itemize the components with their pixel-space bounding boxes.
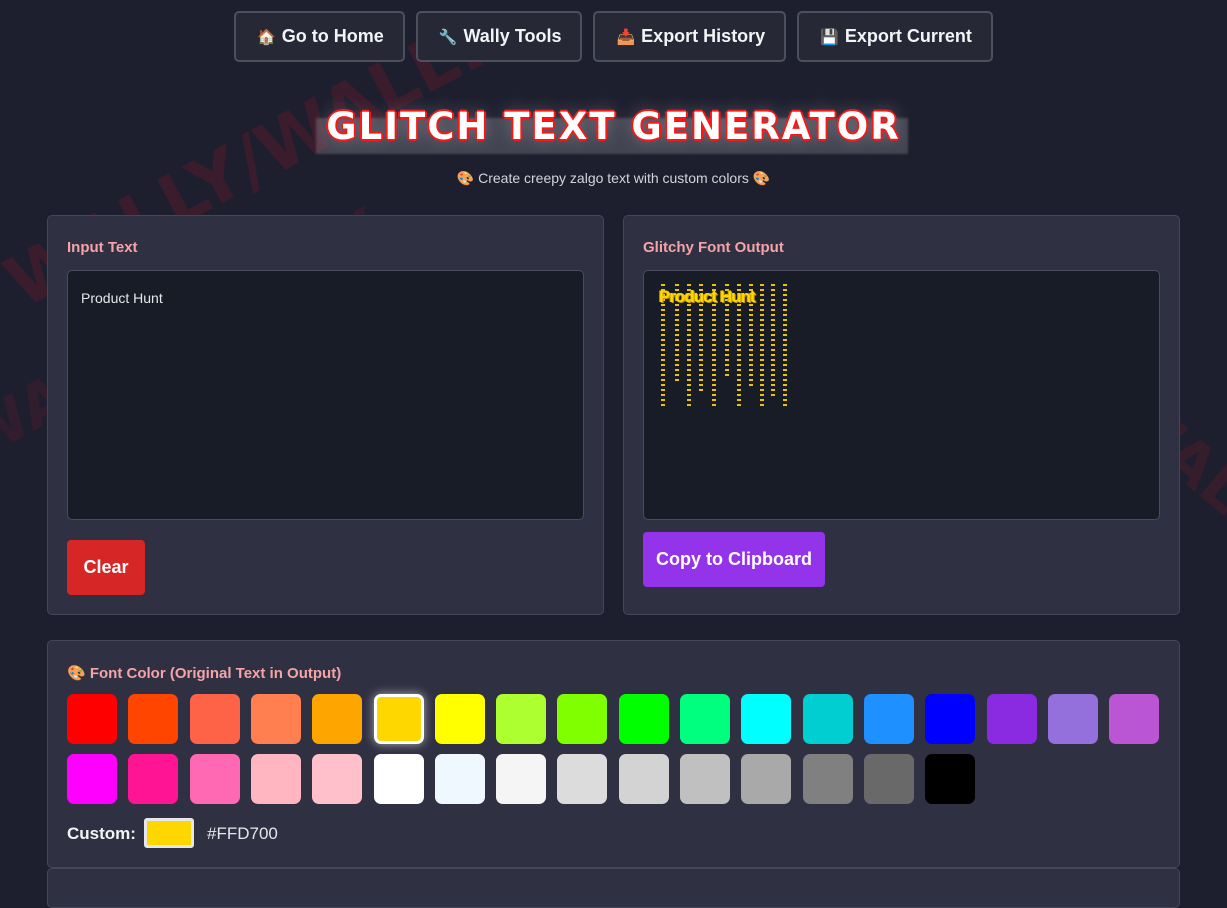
- color-swatch[interactable]: [496, 694, 547, 744]
- wally-tools-button[interactable]: 🔧 Wally Tools: [415, 11, 583, 62]
- color-swatch[interactable]: [741, 694, 792, 744]
- font-color-label: 🎨 Font Color (Original Text in Output): [67, 665, 342, 682]
- color-swatch[interactable]: [680, 694, 730, 744]
- color-swatch[interactable]: [434, 754, 485, 804]
- color-swatch[interactable]: [1047, 694, 1098, 744]
- color-swatch[interactable]: [986, 694, 1037, 744]
- color-swatch[interactable]: [250, 754, 301, 804]
- color-swatch[interactable]: [863, 754, 914, 804]
- color-swatch[interactable]: [67, 694, 117, 744]
- color-swatch[interactable]: [312, 754, 363, 804]
- color-swatch[interactable]: [373, 694, 424, 744]
- color-swatch[interactable]: [557, 694, 608, 744]
- color-swatch[interactable]: [189, 754, 240, 804]
- export-history-button[interactable]: 📥 Export History: [593, 11, 787, 62]
- floppy-disk-icon: 💾: [820, 28, 839, 46]
- inbox-tray-icon: 📥: [616, 28, 636, 46]
- house-icon: 🏠: [257, 28, 276, 46]
- go-home-button[interactable]: 🏠 Go to Home: [234, 11, 405, 62]
- color-swatch[interactable]: [250, 694, 301, 744]
- color-swatch[interactable]: [312, 694, 363, 744]
- color-swatch[interactable]: [925, 754, 976, 804]
- input-panel-label: Input Text: [67, 239, 138, 256]
- font-color-panel: 🎨 Font Color (Original Text in Output) C…: [47, 640, 1180, 868]
- custom-color-hex: #FFD700: [207, 824, 278, 843]
- top-navigation: 🏠 Go to Home 🔧 Wally Tools 📥 Export Hist…: [0, 11, 1227, 62]
- output-textarea[interactable]: Product Hunt: [643, 270, 1160, 520]
- color-swatch[interactable]: [1109, 694, 1160, 744]
- nav-label: Export Current: [844, 26, 972, 46]
- output-panel-label: Glitchy Font Output: [643, 239, 784, 256]
- color-swatch[interactable]: [741, 754, 792, 804]
- export-current-button[interactable]: 💾 Export Current: [797, 11, 993, 62]
- page-title: GLITCH TEXT GENERATOR: [326, 105, 901, 148]
- color-swatch[interactable]: [189, 694, 240, 744]
- nav-label: Wally Tools: [463, 26, 562, 46]
- nav-label: Export History: [641, 26, 766, 46]
- next-panel: [47, 868, 1180, 908]
- page-subtitle: 🎨 Create creepy zalgo text with custom c…: [456, 170, 771, 186]
- color-swatch[interactable]: [557, 754, 608, 804]
- color-swatch[interactable]: [128, 754, 179, 804]
- output-panel: Glitchy Font Output Product Hunt Copy to…: [623, 215, 1180, 615]
- wrench-icon: 🔧: [438, 28, 458, 46]
- color-swatch[interactable]: [863, 694, 914, 744]
- input-text-value: Product Hunt: [81, 290, 163, 306]
- custom-color-picker[interactable]: [144, 818, 194, 848]
- color-swatch[interactable]: [802, 754, 853, 804]
- color-swatch[interactable]: [67, 754, 117, 804]
- color-swatch[interactable]: [925, 694, 976, 744]
- color-swatch[interactable]: [618, 694, 669, 744]
- color-swatch[interactable]: [128, 694, 179, 744]
- clear-button[interactable]: Clear: [67, 540, 145, 595]
- color-swatch[interactable]: [618, 754, 669, 804]
- input-textarea[interactable]: Product Hunt: [67, 270, 584, 520]
- nav-label: Go to Home: [281, 26, 384, 46]
- color-swatch[interactable]: [434, 694, 485, 744]
- custom-color-label: Custom:: [67, 824, 136, 843]
- color-swatch[interactable]: [496, 754, 547, 804]
- color-swatch[interactable]: [802, 694, 853, 744]
- glitch-output-text: Product Hunt: [659, 287, 756, 306]
- copy-to-clipboard-button[interactable]: Copy to Clipboard: [643, 532, 825, 587]
- color-swatch[interactable]: [680, 754, 730, 804]
- color-swatch[interactable]: [373, 754, 424, 804]
- input-panel: Input Text Product Hunt Clear: [47, 215, 604, 615]
